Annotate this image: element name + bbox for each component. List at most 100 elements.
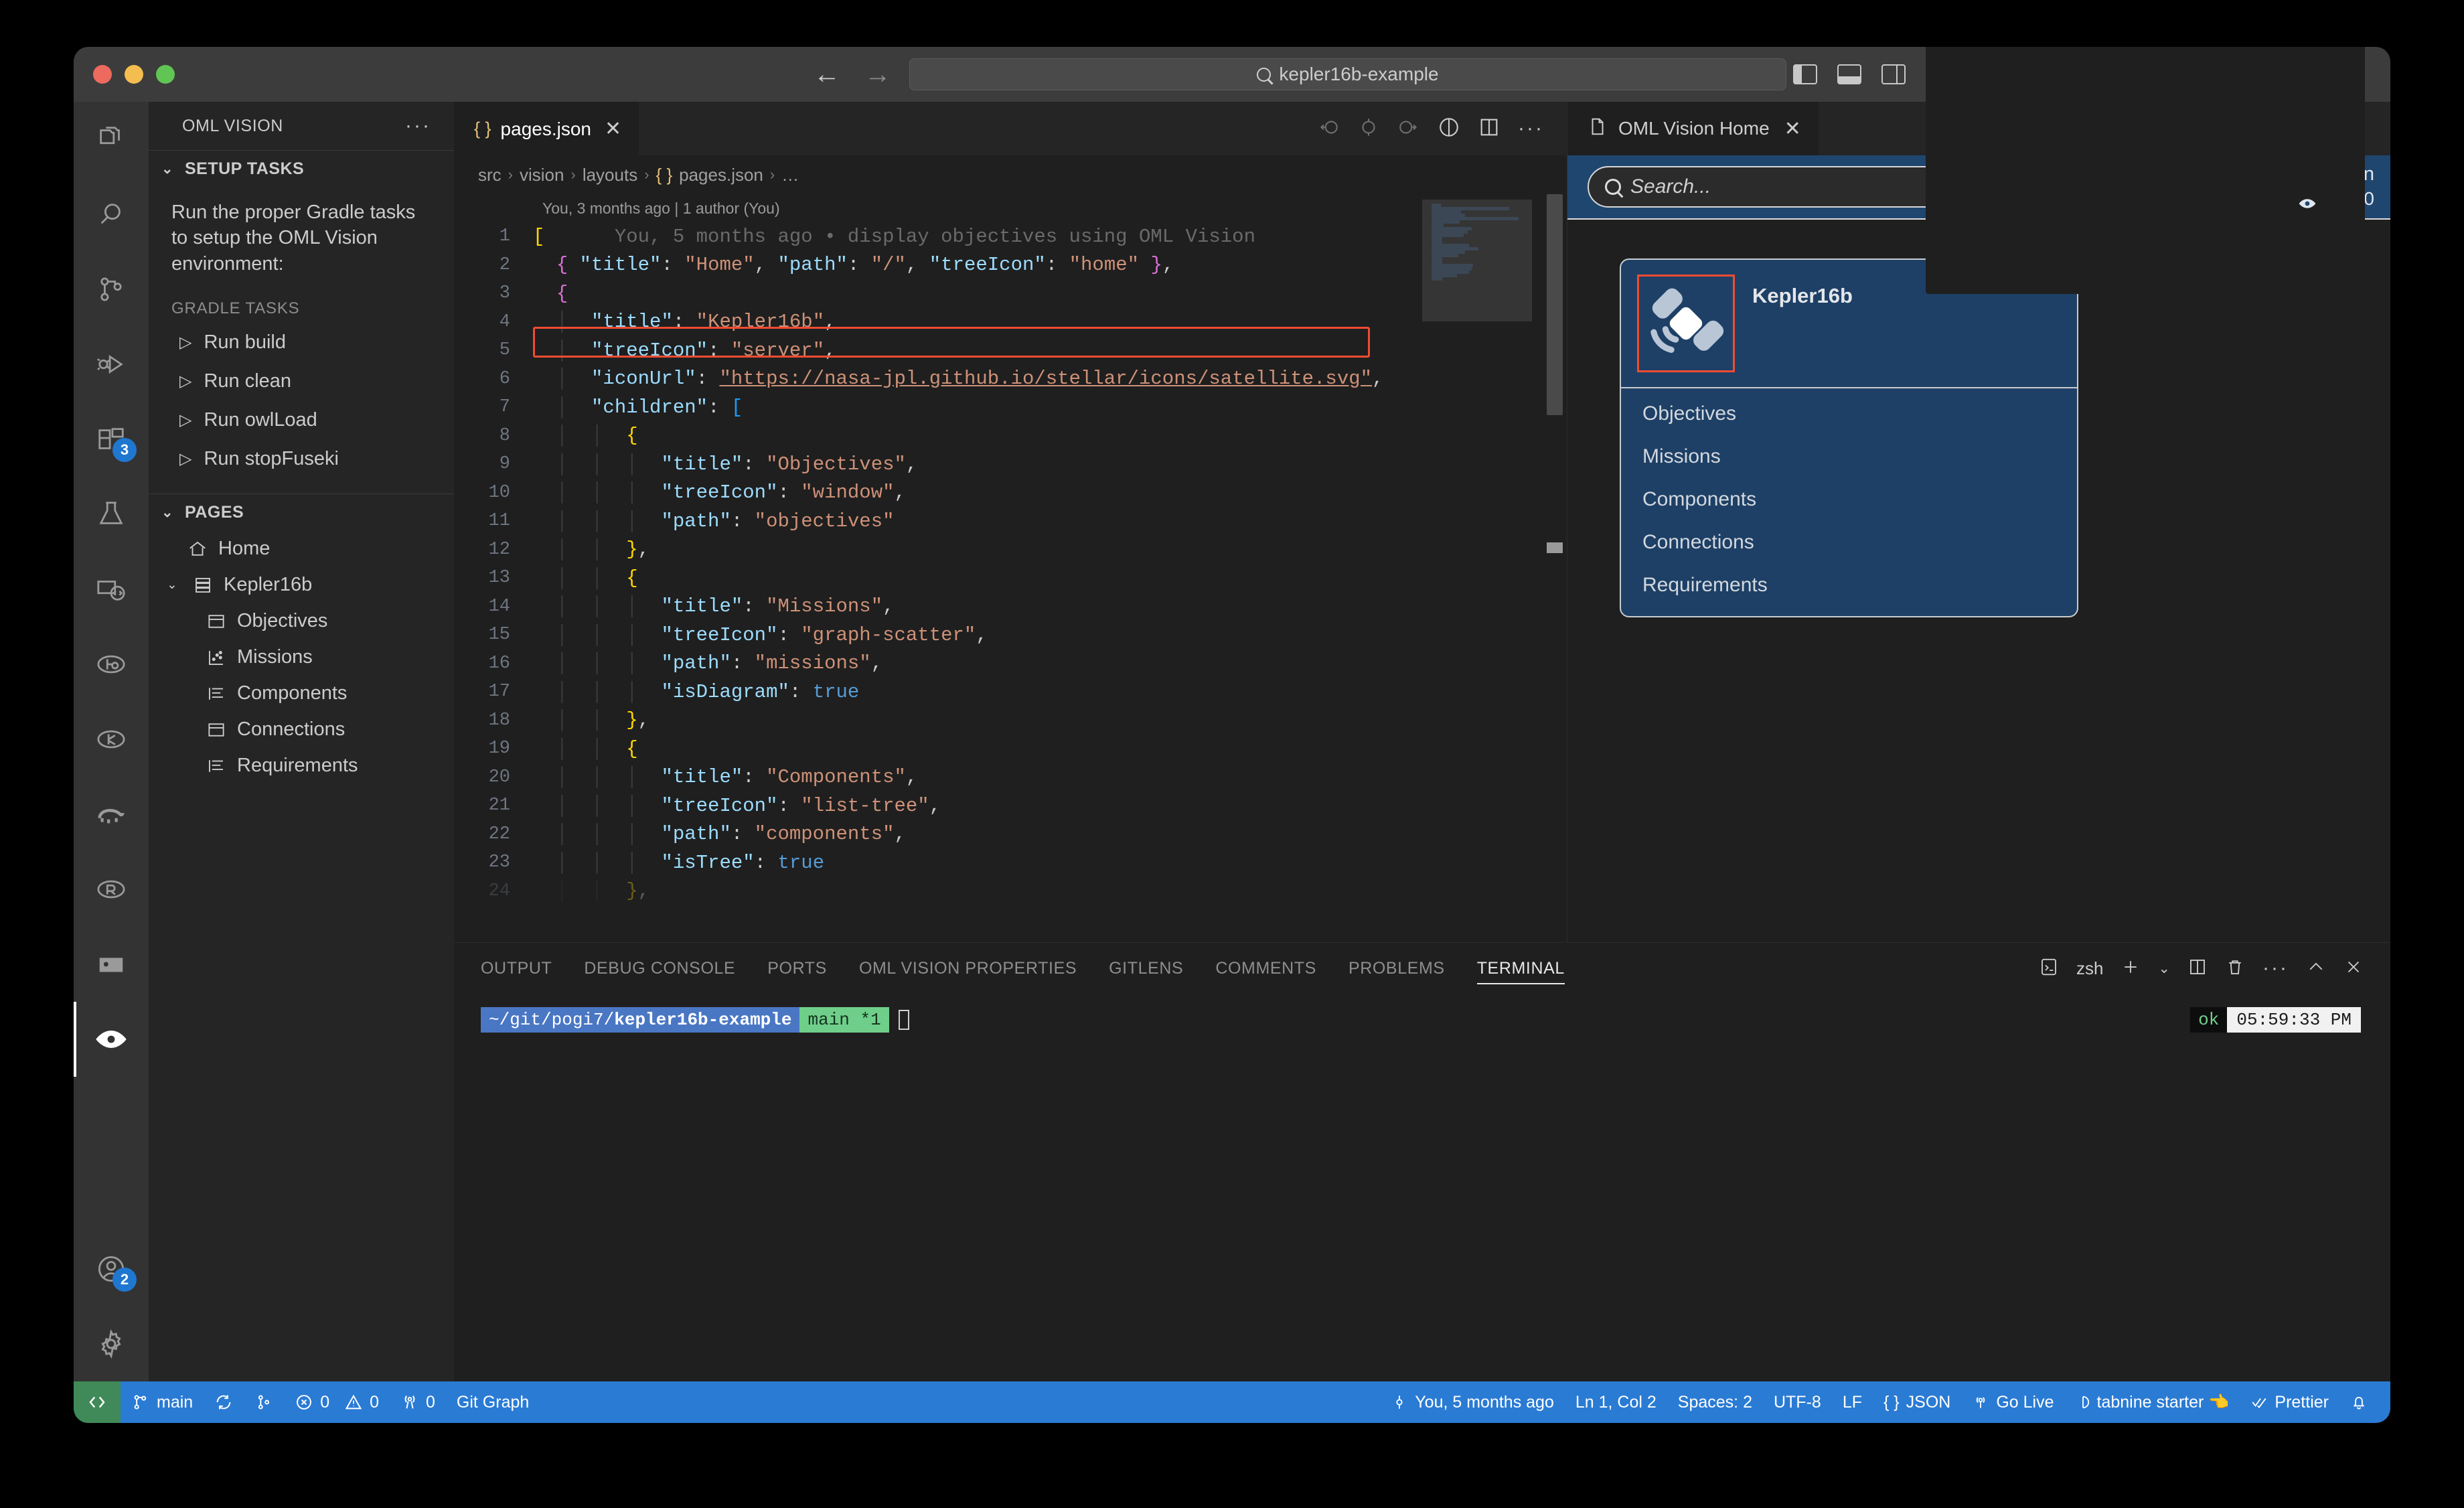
status-indentation[interactable]: Spaces: 2 <box>1667 1381 1763 1423</box>
arrow-right-icon[interactable]: → <box>864 61 891 88</box>
maximize-window-button[interactable] <box>156 65 175 84</box>
panel-tab-problems[interactable]: PROBLEMS <box>1349 943 1445 994</box>
breadcrumb-item-file[interactable]: pages.json <box>679 165 763 185</box>
status-ports[interactable]: 0 <box>390 1381 446 1423</box>
panel-tab-oml-vision-properties[interactable]: OML VISION PROPERTIES <box>859 943 1077 994</box>
split-terminal-icon[interactable] <box>2187 957 2208 980</box>
gradle-task-run-build[interactable]: ▷ Run build <box>149 323 454 362</box>
activity-item-oml-vision[interactable] <box>74 1002 149 1077</box>
activity-item-docker[interactable] <box>74 627 149 702</box>
activity-item-search[interactable] <box>74 177 149 252</box>
code-area[interactable]: You, 3 months ago | 1 author (You) 1[ Yo… <box>454 194 1422 942</box>
page-item-objectives[interactable]: Objectives <box>149 603 454 639</box>
go-back-icon[interactable] <box>1317 116 1340 142</box>
toggle-secondary-sidebar-icon[interactable] <box>1881 64 1906 84</box>
editor-scrollbar[interactable] <box>1543 194 1567 942</box>
status-go-live[interactable]: Go Live <box>1961 1381 2064 1423</box>
status-notifications[interactable] <box>2339 1381 2378 1423</box>
page-item-components[interactable]: Components <box>149 676 454 712</box>
status-remote-indicator[interactable] <box>74 1381 121 1423</box>
card-link-missions[interactable]: Missions <box>1621 435 2077 478</box>
minimap[interactable] <box>1422 194 1543 942</box>
card-link-components[interactable]: Components <box>1621 478 2077 521</box>
split-editor-icon[interactable] <box>1478 116 1500 142</box>
activity-item-gradle[interactable] <box>74 777 149 852</box>
editor-tab-bar: { } pages.json ✕ ··· <box>454 102 1567 155</box>
status-cursor-position[interactable]: Ln 1, Col 2 <box>1565 1381 1667 1423</box>
arrow-left-icon[interactable]: ← <box>814 61 840 88</box>
status-git-compare[interactable] <box>244 1381 284 1423</box>
toggle-primary-sidebar-icon[interactable] <box>1793 64 1817 84</box>
close-icon[interactable]: ✕ <box>605 117 621 141</box>
sidebar-section-setup-tasks[interactable]: ⌄ SETUP TASKS <box>149 150 454 187</box>
scrollbar-thumb[interactable] <box>1547 194 1563 415</box>
terminal-icon[interactable] <box>2039 957 2059 980</box>
activity-item-accounts[interactable]: 2 <box>74 1231 149 1306</box>
card-link-connections[interactable]: Connections <box>1621 521 2077 564</box>
more-actions-icon[interactable]: ··· <box>1518 117 1544 140</box>
activity-item-kubernetes[interactable] <box>74 702 149 777</box>
card-link-requirements[interactable]: Requirements <box>1621 564 2077 607</box>
breadcrumb-item-symbol[interactable]: … <box>781 165 799 185</box>
activity-item-explorer[interactable] <box>74 102 149 177</box>
status-prettier[interactable]: Prettier <box>2240 1381 2339 1423</box>
status-encoding[interactable]: UTF-8 <box>1763 1381 1832 1423</box>
status-tabnine[interactable]: tabnine starter 👈 <box>2065 1381 2240 1423</box>
card-link-objectives[interactable]: Objectives <box>1621 392 2077 435</box>
panel-tab-debug-console[interactable]: DEBUG CONSOLE <box>584 943 735 994</box>
plus-icon[interactable] <box>2121 957 2141 980</box>
customize-layout-icon[interactable] <box>1926 47 2365 294</box>
status-eol[interactable]: LF <box>1832 1381 1873 1423</box>
gradle-task-run-clean[interactable]: ▷ Run clean <box>149 362 454 401</box>
chevron-down-icon[interactable]: ⌄ <box>2158 960 2170 977</box>
panel-tab-gitlens[interactable]: GITLENS <box>1109 943 1183 994</box>
editor-tab-pages-json[interactable]: { } pages.json ✕ <box>454 102 639 155</box>
breadcrumb-item-layouts[interactable]: layouts <box>583 165 637 185</box>
go-forward-icon[interactable] <box>1397 116 1420 142</box>
gradle-task-run-owlload[interactable]: ▷ Run owlLoad <box>149 401 454 440</box>
sidebar-more-actions-icon[interactable]: ··· <box>405 115 431 137</box>
editor-group: { } pages.json ✕ ··· src › vision › layo… <box>454 102 1567 942</box>
activity-item-extensions[interactable]: 3 <box>74 402 149 477</box>
minimize-window-button[interactable] <box>125 65 143 84</box>
close-icon[interactable] <box>2343 957 2364 980</box>
page-item-missions[interactable]: Missions <box>149 639 454 676</box>
more-actions-icon[interactable]: ··· <box>2262 957 2289 980</box>
activity-item-settings[interactable] <box>74 1306 149 1381</box>
quick-input-bar[interactable]: kepler16b-example <box>909 58 1786 90</box>
webview-tab-oml-vision-home[interactable]: OML Vision Home ✕ <box>1567 102 1819 155</box>
page-item-home[interactable]: Home <box>149 531 454 567</box>
activity-item-testing[interactable] <box>74 477 149 552</box>
run-icon[interactable] <box>1438 116 1460 142</box>
gradle-task-run-stopfuseki[interactable]: ▷ Run stopFuseki <box>149 440 454 479</box>
page-item-requirements[interactable]: Requirements <box>149 748 454 784</box>
toggle-panel-icon[interactable] <box>1837 64 1861 84</box>
sidebar-section-pages[interactable]: ⌄ PAGES <box>149 493 454 531</box>
panel-tab-terminal[interactable]: TERMINAL <box>1476 943 1565 994</box>
close-window-button[interactable] <box>93 65 112 84</box>
chevron-up-icon[interactable] <box>2306 957 2326 980</box>
breadcrumb-item-vision[interactable]: vision <box>520 165 564 185</box>
status-sync[interactable] <box>204 1381 244 1423</box>
status-branch[interactable]: main <box>121 1381 204 1423</box>
code-line: 18 │ │ }, <box>488 709 650 732</box>
panel-tab-output[interactable]: OUTPUT <box>481 943 552 994</box>
page-item-connections[interactable]: Connections <box>149 712 454 748</box>
panel-tab-ports[interactable]: PORTS <box>767 943 827 994</box>
status-blame[interactable]: You, 5 months ago <box>1380 1381 1565 1423</box>
page-item-kepler16b[interactable]: ⌄ Kepler16b <box>149 567 454 603</box>
terminal-body[interactable]: ~/git/pogi7/kepler16b-example main *1 ok… <box>454 994 2390 1381</box>
activity-item-remote[interactable] <box>74 552 149 627</box>
status-language-mode[interactable]: { } JSON <box>1873 1381 1961 1423</box>
activity-item-share[interactable] <box>74 927 149 1002</box>
trash-icon[interactable] <box>2225 957 2245 980</box>
status-git-graph[interactable]: Git Graph <box>446 1381 540 1423</box>
center-icon[interactable] <box>1357 116 1380 142</box>
activity-item-source-control[interactable] <box>74 252 149 327</box>
breadcrumb-item-src[interactable]: src <box>478 165 502 185</box>
status-problems[interactable]: 0 0 <box>284 1381 390 1423</box>
activity-item-r[interactable] <box>74 852 149 927</box>
page-card-kepler16b[interactable]: Kepler16b Objectives Missions Components… <box>1620 258 2078 617</box>
activity-item-run-debug[interactable] <box>74 327 149 402</box>
panel-tab-comments[interactable]: COMMENTS <box>1215 943 1316 994</box>
